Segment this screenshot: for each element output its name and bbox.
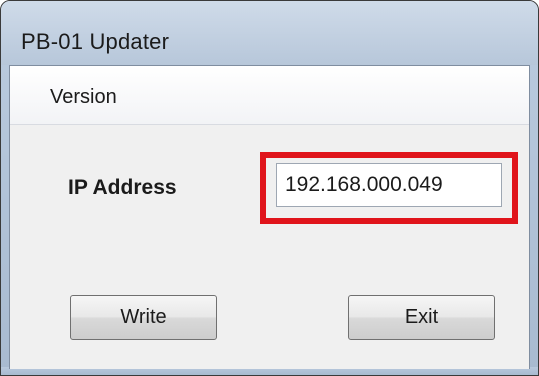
write-button[interactable]: Write [70, 295, 217, 340]
ip-address-label: IP Address [68, 176, 177, 199]
menu-item-version[interactable]: Version [50, 86, 117, 108]
client-area: Version IP Address Write Exit [9, 65, 530, 369]
title-bar[interactable]: PB-01 Updater [1, 1, 538, 65]
exit-button[interactable]: Exit [348, 295, 495, 340]
window-frame-right [530, 65, 538, 375]
menu-bar: Version [10, 66, 529, 125]
app-window: PB-01 Updater Version IP Address Write E… [0, 0, 539, 376]
window-frame-left [1, 65, 9, 375]
window-title: PB-01 Updater [21, 29, 170, 54]
ip-address-input[interactable] [276, 163, 502, 207]
